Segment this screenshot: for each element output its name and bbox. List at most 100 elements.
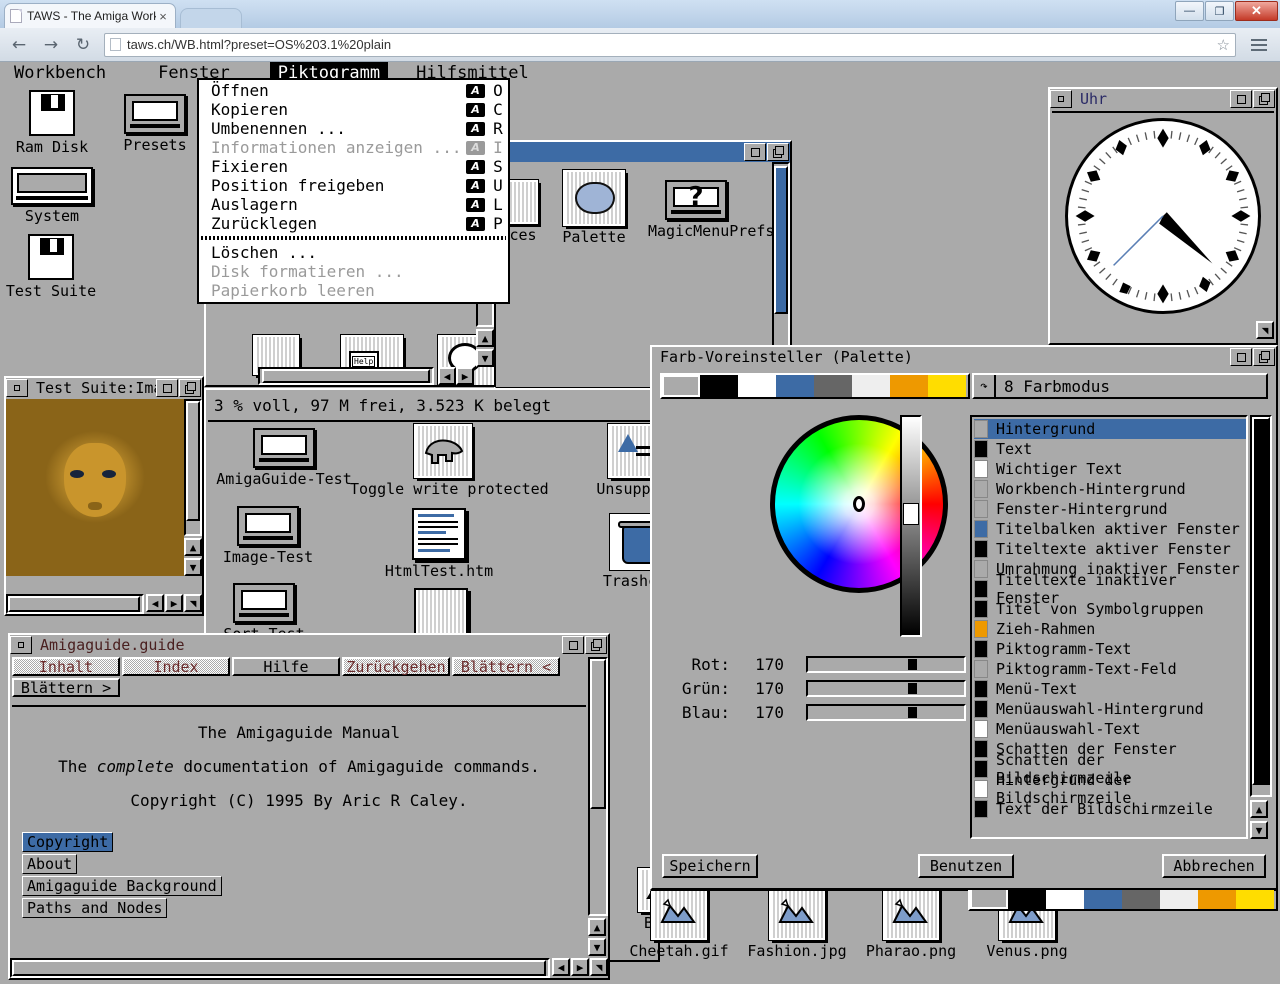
palette-swatch-4[interactable] — [814, 375, 852, 397]
brightness-slider-knob[interactable] — [903, 503, 919, 525]
scroll-up-arrow-icon[interactable]: ▲ — [476, 329, 494, 347]
scroll-up-arrow-icon[interactable]: ▲ — [1250, 800, 1268, 818]
clock-depth-gadget-icon[interactable] — [1230, 90, 1252, 108]
color-list-item[interactable]: Workbench-Hintergrund — [974, 479, 1246, 499]
browser-tab[interactable]: TAWS - The Amiga Workb × — [4, 3, 176, 28]
menu-item-auslagern[interactable]: Auslagern A L — [199, 195, 508, 214]
menu-item-fixieren[interactable]: Fixieren A S — [199, 157, 508, 176]
palette-color-list[interactable]: Hintergrund Text Wichtiger Text Workbench-H… — [970, 415, 1248, 839]
tab-close-icon[interactable]: × — [156, 9, 170, 24]
palette-swatch-2[interactable] — [738, 375, 776, 397]
workbench-icon-toggle-write-protected[interactable]: Toggle write protected — [350, 423, 549, 498]
scroll-down-arrow-icon[interactable]: ▼ — [588, 938, 606, 956]
rgb-slider-red-knob[interactable] — [907, 658, 917, 670]
testsuite-image-close-gadget-icon[interactable] — [6, 379, 28, 397]
scroll-right-arrow-icon[interactable]: ▶ — [571, 958, 589, 976]
desktop-icon-test-suite[interactable]: Test Suite — [3, 234, 99, 300]
color-list-item[interactable]: Titeltexte aktiver Fenster — [974, 539, 1246, 559]
scroll-right-arrow-icon[interactable]: ▶ — [456, 367, 474, 385]
desktop-icon-ram-disk[interactable]: Ram Disk — [4, 90, 100, 156]
close-button[interactable]: ✕ — [1235, 1, 1278, 21]
workbench-icon-image-test[interactable]: Image-Test — [198, 506, 338, 566]
amigaguide-btn-index[interactable]: Index — [122, 657, 230, 676]
rgb-slider-blue-knob[interactable] — [907, 706, 917, 718]
cycle-arrow-icon[interactable]: ↷ — [974, 375, 996, 397]
amigaguide-link-about[interactable]: About — [22, 854, 78, 874]
color-list-item[interactable]: Titeltexte inaktiver Fenster — [974, 571, 1246, 607]
color-list-item[interactable]: Menü-Text — [974, 679, 1246, 699]
rgb-slider-green-knob[interactable] — [907, 682, 917, 694]
amigaguide-horizontal-scrollbar[interactable]: ◀ ▶ ◥ — [10, 958, 608, 978]
prefs-window-titlebar[interactable] — [496, 142, 790, 162]
menu-item-disk-formatieren[interactable]: Disk formatieren ... — [199, 262, 508, 281]
scroll-left-arrow-icon[interactable]: ◀ — [146, 594, 164, 612]
address-bar[interactable]: taws.ch/WB.html?preset=OS%203.1%20plain … — [104, 32, 1236, 57]
palette-swatch-6[interactable] — [890, 375, 928, 397]
palette-bottom-swatch-6[interactable] — [1198, 887, 1236, 909]
amigaguide-resize-gadget-icon[interactable]: ◥ — [590, 958, 608, 976]
menu-item-ffnen[interactable]: Öffnen A O — [199, 81, 508, 100]
amigaguide-btn-hilfe[interactable]: Hilfe — [232, 657, 340, 676]
workbench-icon-amigaguide-test[interactable]: AmigaGuide-Test — [214, 428, 354, 488]
palette-swatch-5[interactable] — [852, 375, 890, 397]
testsuite-image-resize-gadget-icon[interactable]: ◥ — [184, 594, 202, 612]
testsuite-image-zoom-gadget-icon[interactable] — [179, 379, 201, 397]
testsuite-image-horizontal-scrollbar[interactable]: ◀ ▶ ◥ — [6, 594, 202, 614]
palette-swatch-1[interactable] — [700, 375, 738, 397]
palette-save-button[interactable]: Speichern — [662, 854, 758, 878]
clock-resize-gadget-icon[interactable]: ◥ — [1256, 321, 1274, 339]
color-list-item[interactable]: Piktogramm-Text — [974, 639, 1246, 659]
palette-depth-gadget-icon[interactable] — [1230, 348, 1252, 366]
amigaguide-btn-zurueckgehen[interactable]: Zurückgehen — [342, 657, 450, 676]
scroll-up-arrow-icon[interactable]: ▲ — [588, 918, 606, 936]
scroll-up-arrow-icon[interactable]: ▲ — [184, 538, 202, 556]
amigaguide-btn-inhalt[interactable]: Inhalt — [12, 657, 120, 676]
scroll-down-arrow-icon[interactable]: ▼ — [1250, 821, 1268, 839]
scroll-left-arrow-icon[interactable]: ◀ — [552, 958, 570, 976]
palette-swatch-row[interactable] — [660, 373, 970, 399]
browser-menu-icon[interactable] — [1246, 38, 1272, 51]
amigaguide-zoom-gadget-icon[interactable] — [585, 636, 607, 654]
palette-mode-cycle[interactable]: ↷ 8 Farbmodus — [972, 373, 1268, 399]
color-list-item[interactable]: Titelbalken aktiver Fenster — [974, 519, 1246, 539]
amigaguide-close-gadget-icon[interactable] — [10, 636, 32, 654]
color-list-item[interactable]: Text — [974, 439, 1246, 459]
palette-swatch-3[interactable] — [776, 375, 814, 397]
reload-icon[interactable]: ↻ — [70, 32, 96, 58]
palette-cancel-button[interactable]: Abbrechen — [1162, 854, 1266, 878]
palette-zoom-gadget-icon[interactable] — [1253, 348, 1275, 366]
color-list-item[interactable]: Menüauswahl-Hintergrund — [974, 699, 1246, 719]
color-list-item[interactable]: Text der Bildschirmzeile — [974, 799, 1246, 819]
color-list-item[interactable]: Menüauswahl-Text — [974, 719, 1246, 739]
amigaguide-link-background[interactable]: Amigaguide Background — [22, 876, 222, 896]
workbench-icon-htmltest[interactable]: HtmlTest.htm — [364, 508, 514, 580]
back-icon[interactable]: ← — [6, 32, 32, 58]
color-list-item[interactable]: Wichtiger Text — [974, 459, 1246, 479]
desktop-icon-presets[interactable]: Presets — [107, 94, 203, 154]
menu-item-kopieren[interactable]: Kopieren A C — [199, 100, 508, 119]
menu-item-l-schen[interactable]: Löschen ... — [199, 243, 508, 262]
amigaguide-link-paths-and-nodes[interactable]: Paths and Nodes — [22, 898, 168, 918]
color-list-item[interactable]: Hintergrund — [974, 419, 1246, 439]
menu-item-zur-cklegen[interactable]: Zurücklegen A P — [199, 214, 508, 233]
amigaguide-vertical-scrollbar[interactable]: ▲ ▼ — [588, 657, 608, 956]
rgb-slider-green[interactable] — [806, 679, 966, 697]
testsuite-image-vertical-scrollbar[interactable]: ▲ ▼ — [184, 399, 202, 576]
palette-swatch-0[interactable] — [662, 375, 700, 397]
prefs-depth-gadget-icon[interactable] — [744, 143, 766, 161]
workbench-icon-pharao-png[interactable]: Pharao.png — [852, 887, 970, 960]
palette-titlebar[interactable]: Farb-Voreinsteller (Palette) — [652, 347, 1276, 367]
new-tab-button[interactable] — [180, 8, 242, 28]
color-list-item[interactable]: Piktogramm-Text-Feld — [974, 659, 1246, 679]
menu-item-papierkorb-leeren[interactable]: Papierkorb leeren — [199, 281, 508, 300]
workbench-icon-palette[interactable]: Palette — [546, 169, 642, 246]
amigaguide-depth-gadget-icon[interactable] — [562, 636, 584, 654]
scroll-down-arrow-icon[interactable]: ▼ — [184, 558, 202, 576]
palette-swatch-7[interactable] — [928, 375, 966, 397]
workbench-icon-cheetah-gif[interactable]: Cheetah.gif — [620, 887, 738, 960]
clock-close-gadget-icon[interactable] — [1050, 90, 1072, 108]
menu-item-umbenennen[interactable]: Umbenennen ... A R — [199, 119, 508, 138]
workbench-icon-magicmenuprefs[interactable]: ? MagicMenuPrefs — [648, 180, 774, 240]
minimize-button[interactable]: — — [1175, 1, 1204, 21]
forward-icon[interactable]: → — [38, 32, 64, 58]
